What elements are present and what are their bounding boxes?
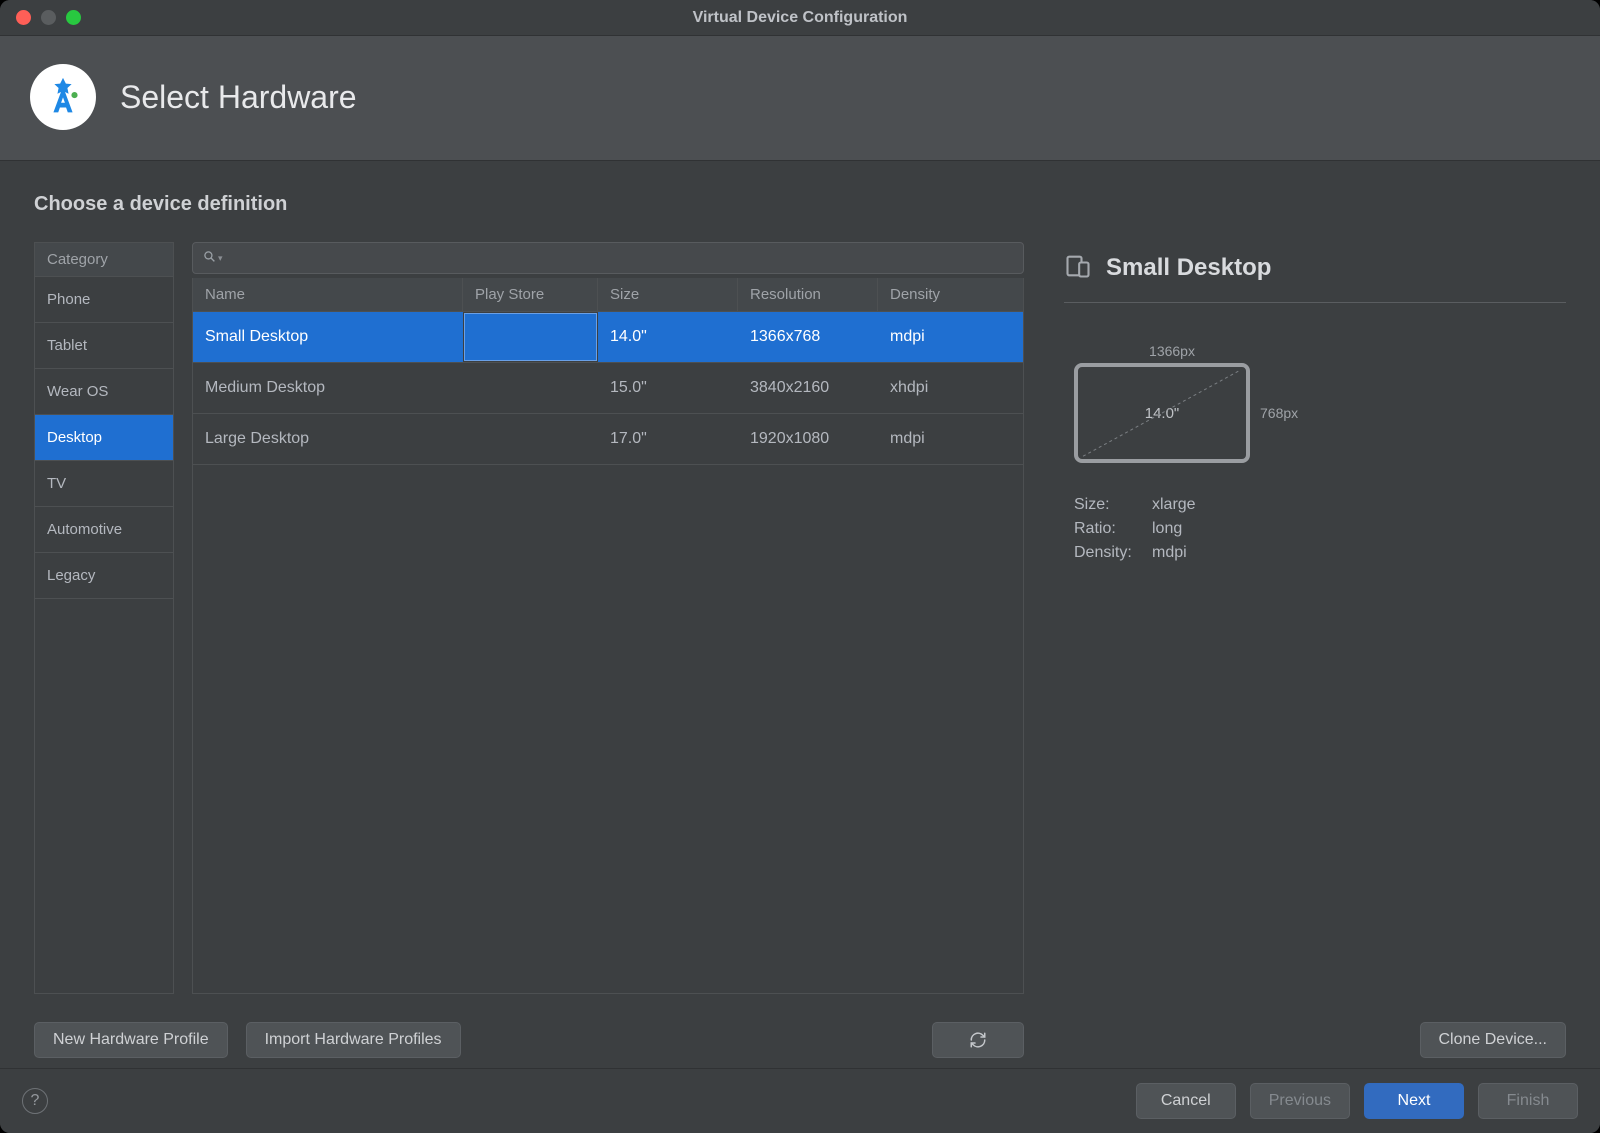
refresh-button[interactable]: [932, 1022, 1024, 1058]
cell-resolution: 1920x1080: [738, 414, 878, 464]
device-table-area: ▾ Name Play Store Size Resolution Densit…: [192, 242, 1024, 994]
prop-size-label: Size:: [1074, 493, 1152, 517]
col-density[interactable]: Density: [878, 278, 1023, 311]
table-header-row: Name Play Store Size Resolution Density: [193, 278, 1023, 312]
content: Category Phone Tablet Wear OS Desktop TV…: [34, 242, 1566, 1068]
help-button[interactable]: ?: [22, 1088, 48, 1114]
search-icon: [203, 250, 216, 266]
cell-density: mdpi: [878, 414, 1023, 464]
wizard-footer: ? Cancel Previous Next Finish: [0, 1068, 1600, 1133]
window-title: Virtual Device Configuration: [0, 9, 1600, 27]
prop-density-label: Density:: [1074, 541, 1152, 565]
import-hardware-profiles-button[interactable]: Import Hardware Profiles: [246, 1022, 461, 1058]
cell-density: mdpi: [878, 312, 1023, 362]
col-play-store[interactable]: Play Store: [463, 278, 598, 311]
android-studio-icon: [30, 64, 96, 130]
table-row[interactable]: Small Desktop 14.0" 1366x768 mdpi: [193, 312, 1023, 363]
detail-title: Small Desktop: [1106, 254, 1271, 282]
device-width-label: 1366px: [1084, 343, 1260, 359]
col-resolution[interactable]: Resolution: [738, 278, 878, 311]
device-rect: 14.0": [1074, 363, 1250, 463]
section-title: Choose a device definition: [34, 193, 1566, 216]
cell-play-store: [463, 414, 598, 464]
category-item-tablet[interactable]: Tablet: [35, 323, 173, 369]
prop-ratio-value: long: [1152, 517, 1182, 541]
page-header: Select Hardware: [0, 36, 1600, 161]
cell-size: 15.0": [598, 363, 738, 413]
maximize-window-icon[interactable]: [66, 10, 81, 25]
body: Choose a device definition Category Phon…: [0, 161, 1600, 1068]
right-buttons: Clone Device...: [1064, 1012, 1566, 1068]
col-name[interactable]: Name: [193, 278, 463, 311]
window: Virtual Device Configuration Select Hard…: [0, 0, 1600, 1133]
category-item-legacy[interactable]: Legacy: [35, 553, 173, 599]
finish-button[interactable]: Finish: [1478, 1083, 1578, 1119]
category-item-phone[interactable]: Phone: [35, 277, 173, 323]
next-button[interactable]: Next: [1364, 1083, 1464, 1119]
cell-resolution: 1366x768: [738, 312, 878, 362]
cell-name: Small Desktop: [193, 312, 463, 362]
prop-ratio-label: Ratio:: [1074, 517, 1152, 541]
clone-device-button[interactable]: Clone Device...: [1420, 1022, 1567, 1058]
left-buttons: New Hardware Profile Import Hardware Pro…: [34, 1012, 1024, 1068]
table-row[interactable]: Medium Desktop 15.0" 3840x2160 xhdpi: [193, 363, 1023, 414]
cell-name: Medium Desktop: [193, 363, 463, 413]
cell-name: Large Desktop: [193, 414, 463, 464]
search-input[interactable]: ▾: [192, 242, 1024, 274]
search-dropdown-icon[interactable]: ▾: [218, 253, 223, 264]
category-list: Category Phone Tablet Wear OS Desktop TV…: [34, 242, 174, 994]
refresh-icon: [969, 1031, 987, 1049]
prop-size-value: xlarge: [1152, 493, 1196, 517]
prop-density-value: mdpi: [1152, 541, 1187, 565]
cell-play-store: [464, 313, 597, 361]
cell-size: 14.0": [598, 312, 738, 362]
devices-icon: [1064, 252, 1092, 284]
minimize-window-icon[interactable]: [41, 10, 56, 25]
detail-props: Size: xlarge Ratio: long Density: mdpi: [1074, 493, 1566, 565]
left-pane: Category Phone Tablet Wear OS Desktop TV…: [34, 242, 1024, 1068]
category-header: Category: [35, 243, 173, 277]
cell-play-store: [463, 363, 598, 413]
titlebar: Virtual Device Configuration: [0, 0, 1600, 36]
device-height-label: 768px: [1260, 405, 1298, 421]
cancel-button[interactable]: Cancel: [1136, 1083, 1236, 1119]
category-item-desktop[interactable]: Desktop: [35, 415, 173, 461]
window-controls: [0, 10, 81, 25]
cell-density: xhdpi: [878, 363, 1023, 413]
page-title: Select Hardware: [120, 79, 357, 116]
new-hardware-profile-button[interactable]: New Hardware Profile: [34, 1022, 228, 1058]
col-size[interactable]: Size: [598, 278, 738, 311]
cell-resolution: 3840x2160: [738, 363, 878, 413]
detail-header: Small Desktop: [1064, 252, 1566, 303]
category-item-tv[interactable]: TV: [35, 461, 173, 507]
close-window-icon[interactable]: [16, 10, 31, 25]
cell-size: 17.0": [598, 414, 738, 464]
detail-pane: Small Desktop 1366px 14.0" 768px: [1064, 242, 1566, 1068]
category-item-wear-os[interactable]: Wear OS: [35, 369, 173, 415]
table-row[interactable]: Large Desktop 17.0" 1920x1080 mdpi: [193, 414, 1023, 465]
category-item-automotive[interactable]: Automotive: [35, 507, 173, 553]
device-table: Name Play Store Size Resolution Density …: [192, 278, 1024, 994]
device-diagram: 1366px 14.0" 768px: [1074, 343, 1324, 463]
previous-button[interactable]: Previous: [1250, 1083, 1350, 1119]
help-icon: ?: [31, 1092, 40, 1110]
